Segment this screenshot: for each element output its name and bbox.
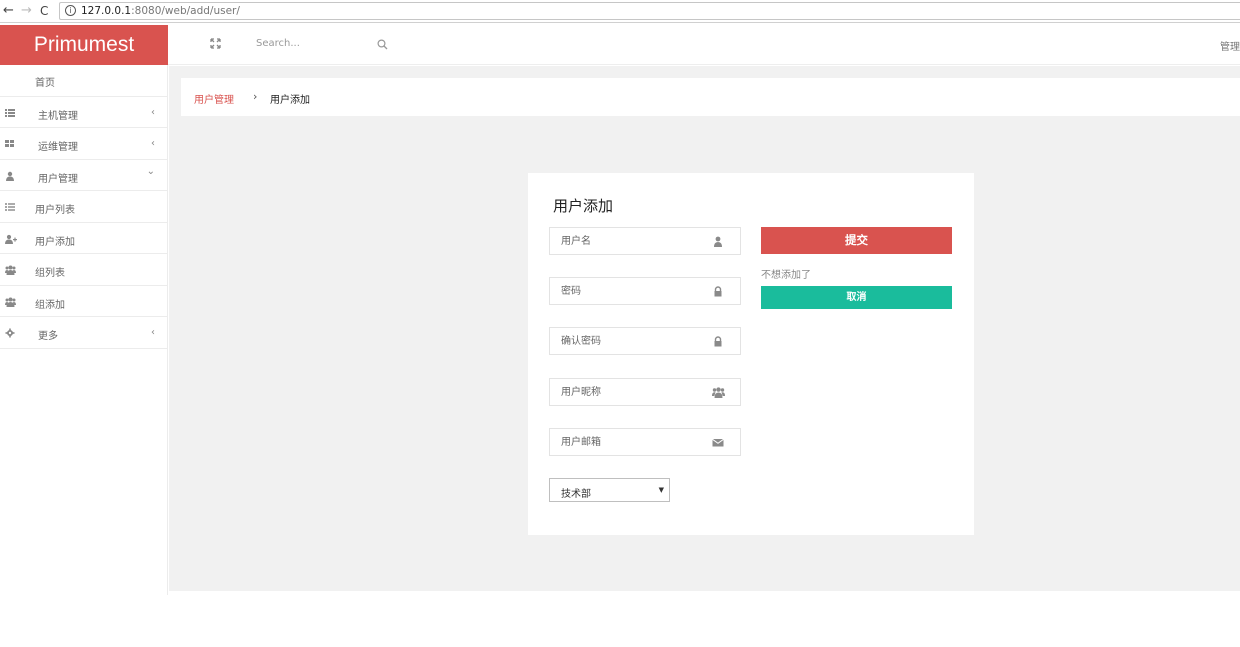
- submit-button[interactable]: 提交: [761, 227, 952, 254]
- reload-icon[interactable]: C: [40, 4, 48, 18]
- brand-logo[interactable]: Primumest: [0, 25, 168, 65]
- search-icon[interactable]: [377, 39, 388, 50]
- envelope-icon: [712, 437, 724, 448]
- sidebar-item-label: 主机管理: [38, 110, 78, 122]
- sidebar-item-home[interactable]: 首页: [0, 65, 167, 97]
- form-title: 用户添加: [553, 197, 614, 215]
- url-text: 127.0.0.1:8080/web/add/user/: [81, 5, 240, 17]
- breadcrumb-separator: ›: [253, 90, 258, 103]
- sidebar: 首页 主机管理 ‹ 运维管理 ‹ 用户管理 ⌄ 用户列表 用户添加 组列表 组添…: [0, 65, 168, 595]
- email-input[interactable]: [550, 429, 710, 455]
- users-icon: [712, 387, 725, 398]
- breadcrumb: 用户管理 › 用户添加: [181, 78, 1240, 116]
- sidebar-item-label: 运维管理: [38, 142, 78, 153]
- sidebar-item-label: 组列表: [35, 268, 65, 279]
- confirm-password-field[interactable]: [549, 327, 741, 355]
- admin-menu[interactable]: 管理: [1220, 38, 1240, 53]
- sidebar-item-user-add[interactable]: 用户添加: [0, 223, 167, 254]
- sidebar-item-host-management[interactable]: 主机管理 ‹: [0, 97, 167, 128]
- lock-icon: [712, 336, 724, 347]
- sidebar-item-label: 用户添加: [35, 236, 75, 248]
- cancel-note: 不想添加了: [761, 270, 811, 281]
- nickname-input[interactable]: [550, 379, 710, 405]
- users-icon: [5, 265, 16, 275]
- password-field[interactable]: [549, 277, 741, 305]
- sidebar-item-label: 首页: [35, 78, 55, 89]
- fullscreen-icon[interactable]: [210, 38, 221, 52]
- grid-icon: [5, 139, 15, 149]
- search-input[interactable]: [256, 38, 376, 49]
- user-add-form: 用户添加 技术部 ▼ 提交 不想添加了 取消: [528, 173, 974, 535]
- breadcrumb-current: 用户添加: [270, 95, 310, 106]
- sidebar-item-label: 组添加: [35, 299, 65, 311]
- email-field[interactable]: [549, 428, 741, 456]
- confirm-password-input[interactable]: [550, 328, 710, 354]
- address-bar[interactable]: i 127.0.0.1:8080/web/add/user/: [59, 2, 1240, 20]
- main-content: 用户管理 › 用户添加 用户添加 技术部 ▼ 提交: [169, 66, 1240, 591]
- caret-down-icon: ▼: [658, 486, 664, 494]
- sidebar-item-ops-management[interactable]: 运维管理 ‹: [0, 128, 167, 160]
- sidebar-item-label: 用户管理: [38, 173, 78, 185]
- group-select-value: 技术部: [561, 489, 591, 500]
- sidebar-item-group-list[interactable]: 组列表: [0, 254, 167, 286]
- lock-icon: [712, 286, 724, 297]
- password-input[interactable]: [550, 278, 710, 304]
- top-bar: 管理: [168, 25, 1240, 65]
- browser-toolbar: ← → C i 127.0.0.1:8080/web/add/user/: [0, 0, 1240, 23]
- sidebar-item-more[interactable]: 更多 ‹: [0, 317, 167, 349]
- back-arrow-icon[interactable]: ←: [3, 3, 14, 18]
- list-icon: [5, 108, 15, 118]
- chevron-left-icon: ‹: [151, 138, 155, 149]
- user-icon: [712, 236, 724, 247]
- breadcrumb-parent-link[interactable]: 用户管理: [194, 91, 234, 106]
- user-icon: [5, 171, 15, 181]
- chevron-down-icon: ⌄: [146, 165, 155, 177]
- user-plus-icon: [5, 234, 17, 244]
- info-icon[interactable]: i: [65, 5, 76, 16]
- group-select[interactable]: 技术部 ▼: [549, 478, 670, 502]
- nickname-field[interactable]: [549, 378, 741, 406]
- sidebar-item-label: 更多: [38, 331, 58, 342]
- cancel-button[interactable]: 取消: [761, 286, 952, 309]
- gear-icon: [5, 328, 15, 338]
- sidebar-item-user-list[interactable]: 用户列表: [0, 191, 167, 223]
- sidebar-item-group-add[interactable]: 组添加: [0, 286, 167, 317]
- username-field[interactable]: [549, 227, 741, 255]
- users-icon: [5, 297, 16, 307]
- chevron-left-icon: ‹: [151, 327, 155, 338]
- sidebar-item-user-management[interactable]: 用户管理 ⌄: [0, 160, 167, 191]
- chevron-left-icon: ‹: [151, 106, 155, 118]
- list-ul-icon: [5, 202, 15, 212]
- forward-arrow-icon[interactable]: →: [21, 3, 32, 18]
- username-input[interactable]: [550, 228, 710, 254]
- sidebar-item-label: 用户列表: [35, 205, 75, 216]
